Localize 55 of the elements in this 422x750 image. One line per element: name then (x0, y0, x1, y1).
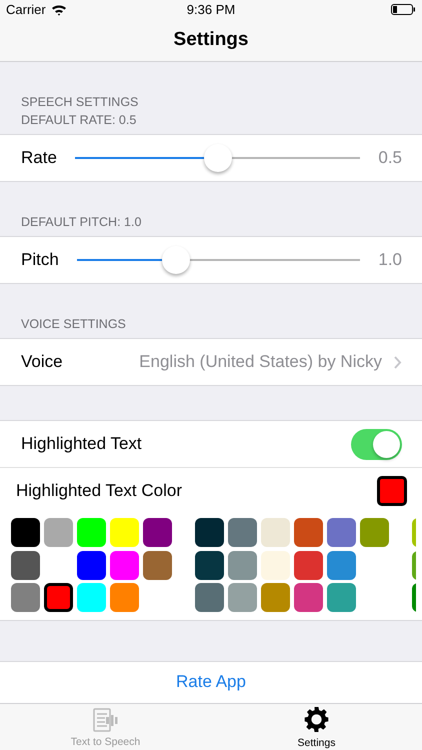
settings-icon (303, 706, 330, 734)
tab-item[interactable]: Text to Speech (0, 704, 211, 750)
rate-app-link[interactable]: Rate App (168, 668, 254, 696)
color-swatch[interactable] (195, 583, 224, 612)
color-swatch[interactable] (261, 550, 290, 580)
color-swatch[interactable] (327, 518, 356, 548)
color-swatch[interactable] (11, 550, 40, 580)
color-swatch[interactable] (11, 583, 40, 612)
color-swatch[interactable] (327, 550, 356, 580)
color-swatch[interactable] (44, 518, 73, 548)
color-swatch[interactable] (44, 583, 73, 612)
color-swatch[interactable] (77, 550, 106, 580)
section-header: SPEECH SETTINGS (21, 95, 140, 110)
toggle-switch[interactable] (351, 428, 402, 460)
color-swatch[interactable] (294, 550, 323, 580)
tab-item[interactable]: Settings (211, 704, 422, 750)
color-swatch[interactable] (143, 550, 172, 580)
color-swatch[interactable] (195, 518, 224, 548)
color-swatch[interactable] (261, 583, 290, 612)
chevron-icon (394, 356, 402, 369)
color-swatch[interactable] (360, 518, 389, 548)
battery-icon (390, 4, 416, 15)
color-swatch[interactable] (327, 583, 356, 612)
color-swatch[interactable] (261, 518, 290, 548)
setting-label: Voice (21, 352, 63, 372)
setting-label: Pitch (21, 250, 59, 270)
slider-value: 1.0 (378, 250, 402, 270)
setting-value: English (United States) by Nicky (139, 352, 382, 372)
color-swatch[interactable] (143, 518, 172, 548)
color-swatch[interactable] (228, 518, 257, 548)
document-speech-icon (92, 708, 118, 732)
wifi-icon (50, 2, 67, 16)
status-time: 9:36 PM (186, 2, 236, 17)
color-swatch[interactable] (228, 550, 257, 580)
slider-thumb[interactable] (204, 144, 232, 172)
setting-label: Highlighted Text Color (16, 481, 182, 502)
slider-value: 0.5 (378, 148, 402, 168)
color-swatch[interactable] (77, 518, 106, 548)
color-swatch[interactable] (77, 583, 106, 612)
section-header: DEFAULT PITCH: 1.0 (21, 215, 142, 230)
color-swatch[interactable] (228, 583, 257, 612)
color-swatch[interactable] (110, 583, 139, 612)
color-swatch[interactable] (294, 583, 323, 612)
section-header: DEFAULT RATE: 0.5 (21, 113, 138, 128)
color-swatch[interactable] (195, 550, 224, 580)
screen-title: Settings (174, 28, 248, 51)
section-header: VOICE SETTINGS (21, 317, 127, 332)
carrier-name: Carrier (6, 2, 46, 17)
color-swatch[interactable] (110, 550, 139, 580)
color-swatch[interactable] (294, 518, 323, 548)
slider-thumb[interactable] (162, 246, 190, 274)
color-swatch[interactable] (11, 518, 40, 548)
setting-label: Highlighted Text (21, 434, 142, 454)
color-swatch[interactable] (110, 518, 139, 548)
setting-label: Rate (21, 148, 57, 168)
